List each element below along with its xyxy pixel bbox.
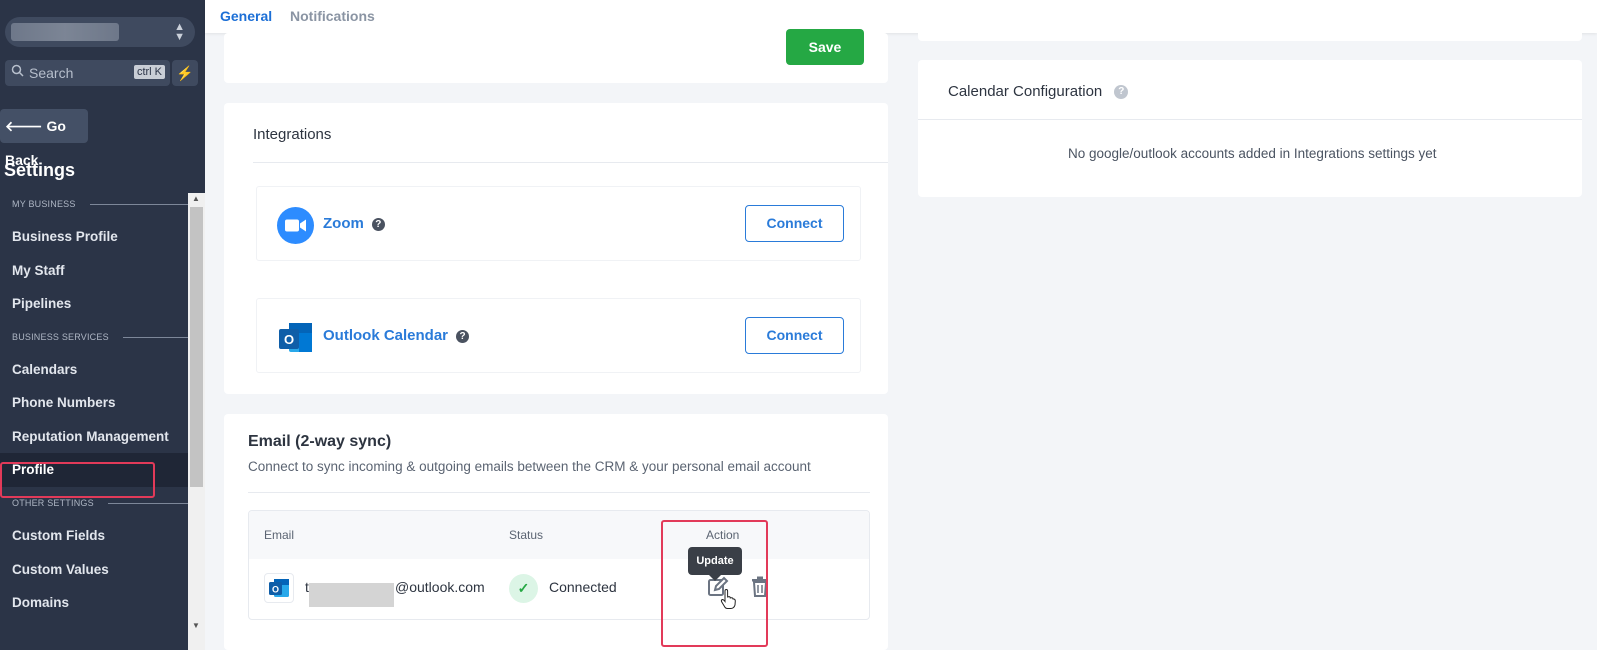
email-accounts-table: Email Status Action O t @outlook.com ✓ C… bbox=[248, 510, 870, 620]
help-icon[interactable]: ? bbox=[456, 329, 470, 343]
nav-section-other-settings: OTHER SETTINGS bbox=[12, 498, 188, 508]
zoom-icon bbox=[277, 207, 314, 244]
sidebar-item-my-staff[interactable]: My Staff bbox=[12, 263, 65, 278]
sidebar-item-business-profile[interactable]: Business Profile bbox=[12, 229, 118, 244]
email-sync-divider bbox=[248, 492, 870, 493]
email-sync-description: Connect to sync incoming & outgoing emai… bbox=[248, 459, 811, 474]
email-redacted bbox=[309, 583, 394, 607]
svg-text:O: O bbox=[272, 585, 279, 595]
sidebar-item-phone-numbers[interactable]: Phone Numbers bbox=[12, 395, 116, 410]
save-button[interactable]: Save bbox=[786, 29, 864, 65]
sidebar-item-pipelines[interactable]: Pipelines bbox=[12, 296, 71, 311]
nav-scrollbar[interactable]: ▲ ▼ bbox=[188, 193, 205, 650]
search-icon bbox=[11, 64, 24, 80]
email-suffix: @outlook.com bbox=[395, 579, 485, 595]
chevron-updown-icon: ▲ ▼ bbox=[174, 21, 185, 43]
integration-outlook-calendar: O Outlook Calendar? Connect bbox=[256, 298, 861, 373]
calendar-config-divider bbox=[918, 119, 1582, 120]
top-right-card bbox=[918, 0, 1582, 41]
column-header-status: Status bbox=[509, 528, 544, 542]
account-name-redacted bbox=[11, 23, 119, 41]
outlook-icon: O bbox=[264, 573, 294, 603]
settings-nav: MY BUSINESS Business Profile My Staff Pi… bbox=[0, 193, 188, 650]
search-placeholder: Search bbox=[29, 65, 74, 81]
outlook-calendar-connect-button[interactable]: Connect bbox=[745, 317, 844, 354]
sidebar-item-custom-fields[interactable]: Custom Fields bbox=[12, 528, 105, 543]
sidebar-item-calendars[interactable]: Calendars bbox=[12, 362, 77, 377]
zoom-connect-button[interactable]: Connect bbox=[745, 205, 844, 242]
action-highlight-box bbox=[661, 520, 768, 647]
profile-highlight-box bbox=[0, 462, 155, 498]
table-header: Email Status Action bbox=[249, 511, 869, 559]
integrations-divider bbox=[253, 162, 888, 163]
lightning-icon: ⚡ bbox=[176, 65, 194, 81]
scroll-up-arrow-icon[interactable]: ▲ bbox=[192, 194, 200, 203]
nav-section-business-services: BUSINESS SERVICES bbox=[12, 332, 188, 342]
scrollbar-thumb[interactable] bbox=[190, 207, 203, 487]
account-switcher[interactable]: ▲ ▼ bbox=[5, 17, 195, 47]
go-back-button[interactable]: 🡐 Go Back bbox=[0, 109, 88, 168]
sidebar-item-custom-values[interactable]: Custom Values bbox=[12, 562, 109, 577]
outlook-icon: O bbox=[277, 319, 314, 356]
scroll-down-arrow-icon[interactable]: ▼ bbox=[192, 621, 200, 630]
status-connected: Connected bbox=[549, 579, 617, 595]
settings-title: Settings bbox=[4, 160, 76, 180]
search-input[interactable]: Search ctrl K bbox=[5, 60, 170, 86]
calendar-config-empty-message: No google/outlook accounts added in Inte… bbox=[1068, 146, 1437, 161]
nav-section-my-business: MY BUSINESS bbox=[12, 199, 188, 209]
arrow-left-icon: 🡐 bbox=[5, 118, 43, 134]
search-shortcut: ctrl K bbox=[133, 65, 165, 79]
quick-actions-button[interactable]: ⚡ bbox=[172, 60, 198, 86]
tab-notifications[interactable]: Notifications bbox=[290, 8, 375, 24]
outlook-calendar-name[interactable]: Outlook Calendar? bbox=[323, 327, 470, 344]
integrations-heading: Integrations bbox=[253, 126, 332, 143]
zoom-name[interactable]: Zoom? bbox=[323, 215, 385, 232]
check-icon: ✓ bbox=[509, 574, 538, 603]
column-header-email: Email bbox=[264, 528, 295, 542]
integration-zoom: Zoom? Connect bbox=[256, 186, 861, 261]
calendar-config-card bbox=[918, 60, 1582, 197]
help-icon[interactable]: ? bbox=[1114, 85, 1129, 100]
sidebar: ▲ ▼ Search ctrl K ⚡ 🡐 Go Back Settings MY… bbox=[0, 0, 205, 650]
calendar-config-title: Calendar Configuration? bbox=[948, 83, 1129, 100]
svg-text:O: O bbox=[284, 332, 294, 347]
sidebar-item-domains[interactable]: Domains bbox=[12, 595, 69, 610]
sidebar-item-reputation-management[interactable]: Reputation Management bbox=[12, 429, 169, 444]
help-icon[interactable]: ? bbox=[371, 217, 385, 231]
email-sync-title: Email (2-way sync) bbox=[248, 433, 392, 450]
tab-general[interactable]: General bbox=[220, 8, 272, 24]
